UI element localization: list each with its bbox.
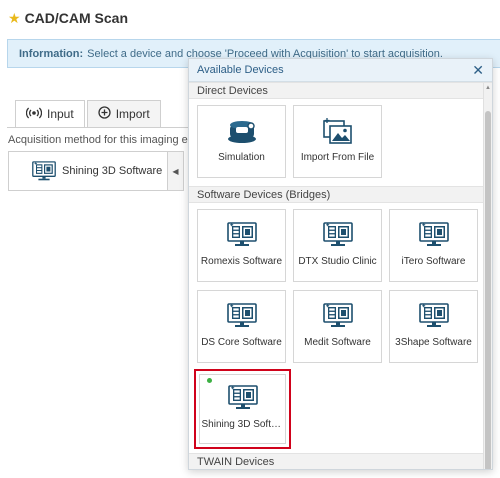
software-bridge-icon <box>323 303 353 329</box>
panel-header: Available Devices ✕ <box>189 59 492 82</box>
toggle-device-panel-button[interactable]: ◀ <box>168 151 184 191</box>
device-label: DS Core Software <box>201 337 282 348</box>
star-icon[interactable]: ★ <box>8 11 21 25</box>
device-label: Simulation <box>218 152 265 163</box>
tab-bar: Input Import <box>15 100 163 128</box>
tab-import[interactable]: Import <box>86 100 161 128</box>
close-icon[interactable]: ✕ <box>472 63 484 77</box>
available-devices-panel: Available Devices ✕ Direct Devices Simul… <box>188 58 493 470</box>
bridge-devices-grid: Romexis Software DTX Studio Clinic iTero… <box>189 203 492 453</box>
information-label: Information: <box>19 47 84 60</box>
device-label: iTero Software <box>401 256 466 267</box>
software-bridge-icon <box>32 161 56 182</box>
device-card-dtx-studio[interactable]: DTX Studio Clinic <box>293 209 382 282</box>
scrollbar-thumb[interactable] <box>485 111 491 469</box>
tab-divider <box>7 127 190 128</box>
tab-import-label: Import <box>115 107 150 121</box>
device-card-3shape[interactable]: 3Shape Software <box>389 290 478 363</box>
direct-devices-grid: Simulation Import From File <box>189 99 492 186</box>
software-bridge-icon <box>419 222 449 248</box>
panel-scrollbar[interactable]: ▲ <box>483 83 492 469</box>
device-card-shining-3d[interactable]: Shining 3D Software <box>194 369 291 449</box>
scroll-up-icon[interactable]: ▲ <box>485 85 491 91</box>
section-twain-devices: TWAIN Devices <box>189 453 492 469</box>
tab-input-label: Input <box>47 107 74 121</box>
simulation-device-icon <box>224 118 260 144</box>
device-card-romexis[interactable]: Romexis Software <box>197 209 286 282</box>
software-bridge-icon <box>227 222 257 248</box>
device-label: 3Shape Software <box>395 337 472 348</box>
section-software-devices: Software Devices (Bridges) <box>189 186 492 203</box>
signal-icon <box>25 107 43 122</box>
device-card-import-from-file[interactable]: Import From File <box>293 105 382 178</box>
device-selector[interactable]: Shining 3D Software <box>8 151 168 191</box>
active-status-dot <box>207 378 212 383</box>
device-card-itero[interactable]: iTero Software <box>389 209 478 282</box>
software-bridge-icon <box>227 303 257 329</box>
device-label: Romexis Software <box>200 256 283 267</box>
page-header: ★ CAD/CAM Scan <box>8 8 128 28</box>
tab-input[interactable]: Input <box>15 100 85 128</box>
caret-left-icon: ◀ <box>172 166 179 176</box>
software-bridge-icon <box>323 222 353 248</box>
device-label: DTX Studio Clinic <box>298 256 377 267</box>
page-title: CAD/CAM Scan <box>24 10 129 26</box>
device-label: Shining 3D Software <box>201 419 284 430</box>
software-bridge-icon <box>228 385 258 411</box>
device-label: Medit Software <box>304 337 371 348</box>
images-icon <box>322 118 354 144</box>
plus-circle-icon <box>98 106 111 122</box>
device-label: Import From File <box>300 152 375 163</box>
selected-device-label: Shining 3D Software <box>62 165 163 177</box>
device-card-ds-core[interactable]: DS Core Software <box>197 290 286 363</box>
software-bridge-icon <box>419 303 449 329</box>
device-card-medit[interactable]: Medit Software <box>293 290 382 363</box>
section-direct-devices: Direct Devices <box>189 82 492 99</box>
panel-title: Available Devices <box>197 64 284 76</box>
acquisition-method-label: Acquisition method for this imaging exam <box>8 134 190 146</box>
device-card-simulation[interactable]: Simulation <box>197 105 286 178</box>
